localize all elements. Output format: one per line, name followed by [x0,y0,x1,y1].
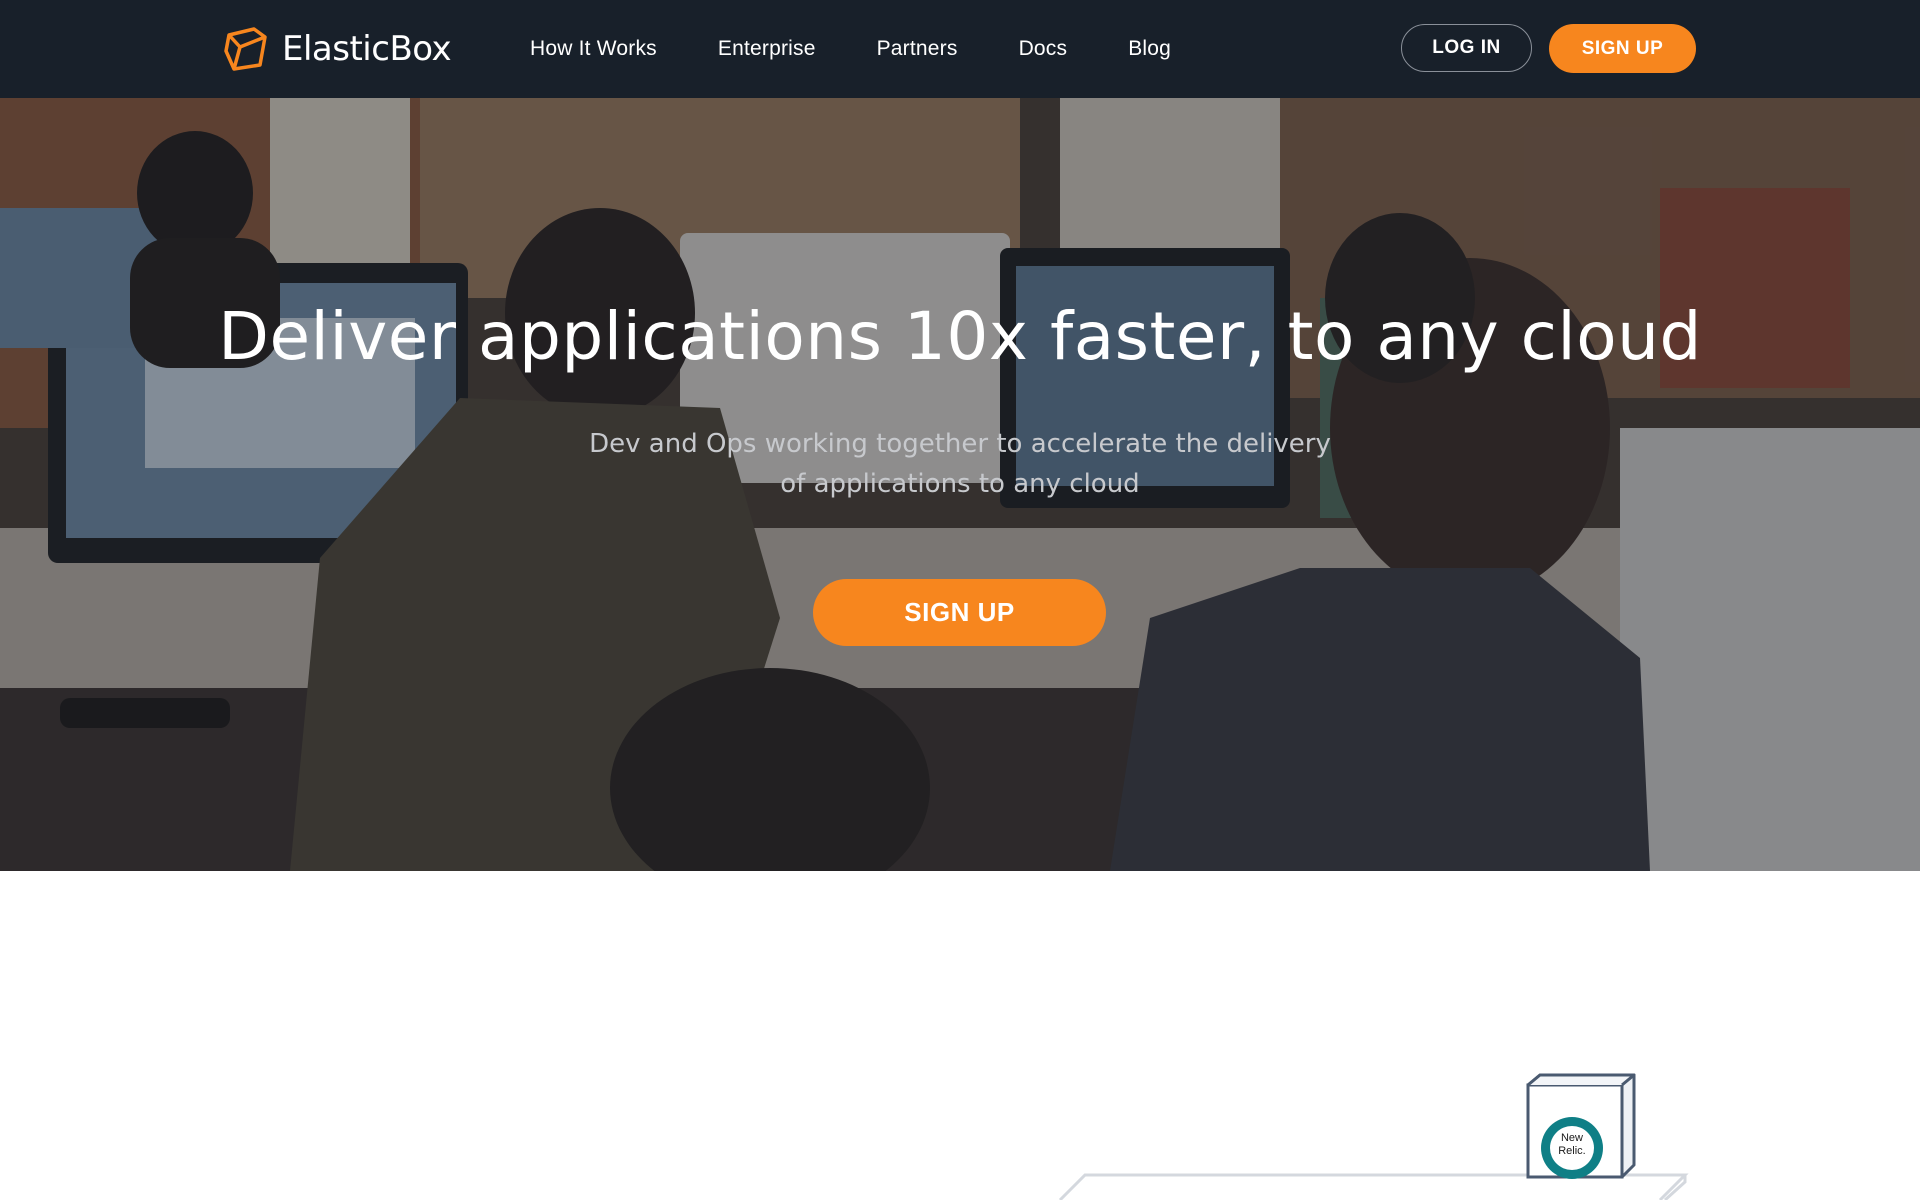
login-button[interactable]: LOG IN [1401,24,1532,72]
hero-signup-button[interactable]: SIGN UP [813,579,1106,646]
hero-subtitle: Dev and Ops working together to accelera… [560,424,1360,504]
new-relic-logo-line-1: New [1561,1132,1583,1144]
main-nav: How It Works Enterprise Partners Docs Bl… [530,0,1232,98]
nav-link-docs[interactable]: Docs [1019,37,1068,61]
nav-link-enterprise[interactable]: Enterprise [718,37,816,61]
brand-name: ElasticBox [282,29,452,69]
nav-link-how-it-works[interactable]: How It Works [530,37,657,61]
hero-subtitle-line-2: of applications to any cloud [780,469,1140,499]
header-signup-button[interactable]: SIGN UP [1549,24,1696,73]
top-navigation-bar: ElasticBox How It Works Enterprise Partn… [0,0,1920,98]
hero-title: Deliver applications 10x faster, to any … [218,298,1702,375]
hero-section: Deliver applications 10x faster, to any … [0,98,1920,871]
platform-illustration: New Relic. [1058,1073,1689,1200]
new-relic-logo-line-2: Relic. [1558,1145,1586,1157]
hero-subtitle-line-1: Dev and Ops working together to accelera… [589,429,1331,459]
nav-link-blog[interactable]: Blog [1128,37,1171,61]
nav-link-partners[interactable]: Partners [877,37,958,61]
elasticbox-logo-icon [224,27,267,71]
brand-logo-link[interactable]: ElasticBox [222,24,452,74]
new-relic-cube: New Relic. [1526,1073,1636,1179]
